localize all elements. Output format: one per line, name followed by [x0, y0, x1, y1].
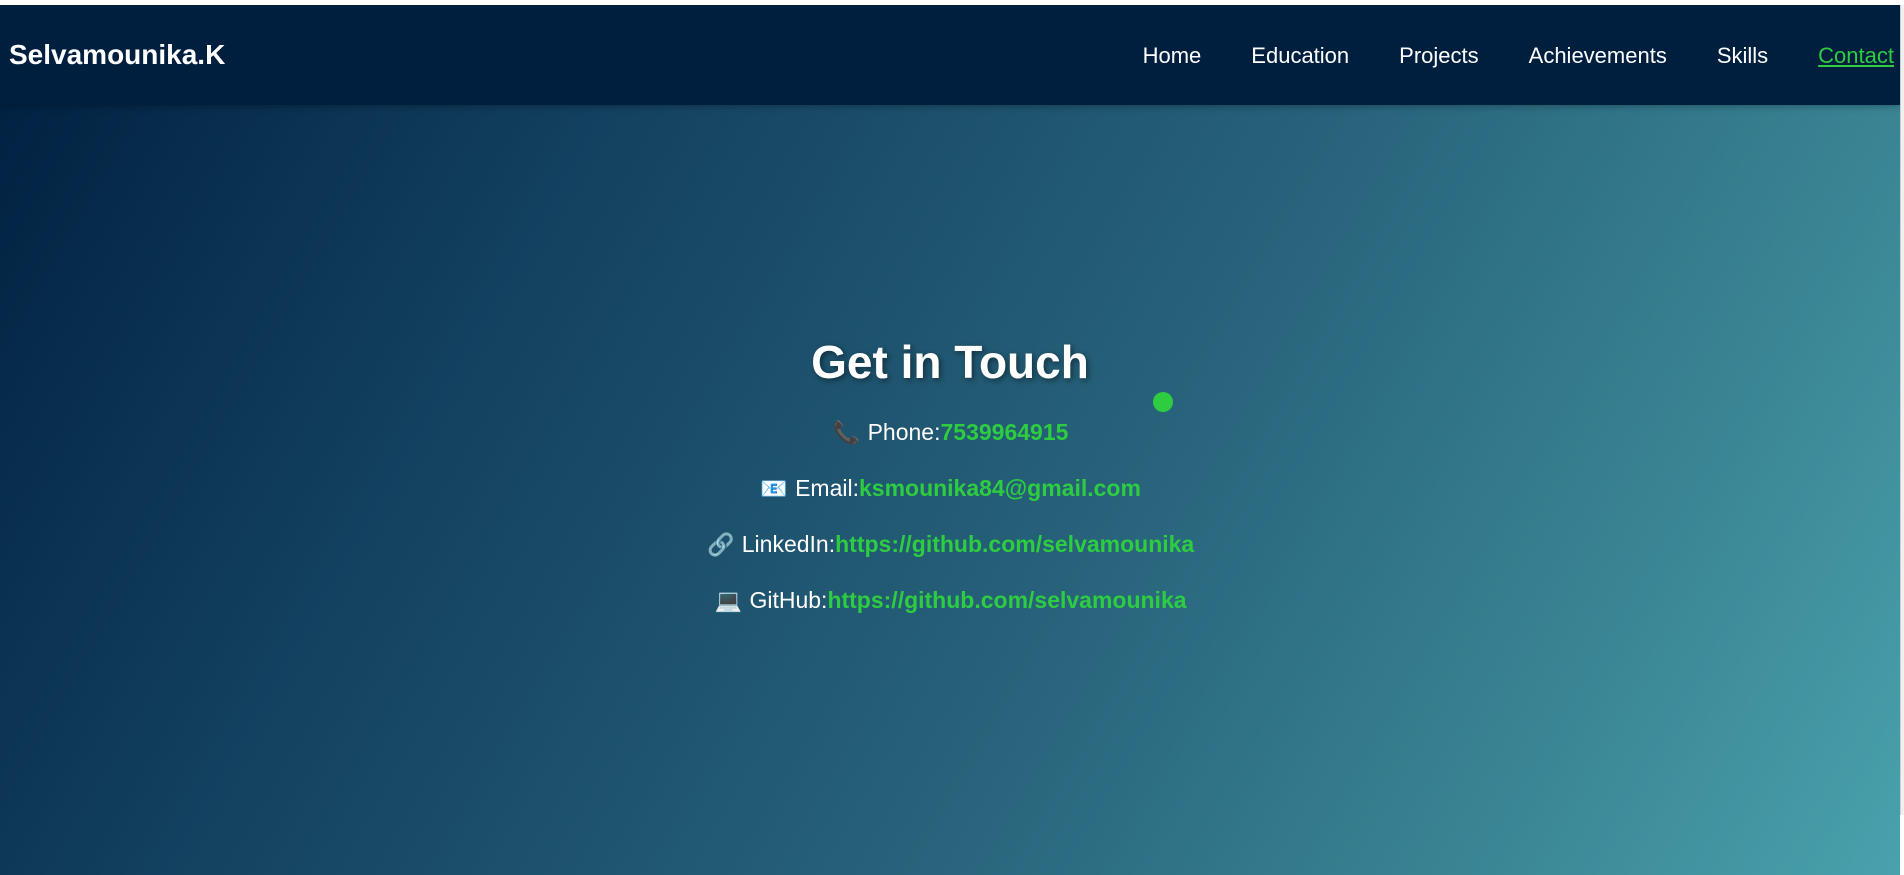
phone-label: Phone:	[867, 419, 941, 445]
navbar: Selvamounika.K Home Education Projects A…	[0, 5, 1900, 105]
nav-link-skills[interactable]: Skills	[1717, 43, 1768, 69]
window-scrollbar[interactable]	[1900, 5, 1904, 815]
email-label: Email:	[795, 475, 859, 501]
contact-section: Get in Touch 📞 Phone:7539964915 📧 Email:ks…	[0, 335, 1900, 615]
github-label: GitHub:	[749, 587, 828, 613]
contact-row-linkedin: 🔗 LinkedIn:https://github.com/selvamounik…	[0, 529, 1900, 559]
nav-link-projects[interactable]: Projects	[1399, 43, 1478, 69]
nav-link-contact[interactable]: Contact	[1818, 43, 1894, 69]
site-brand[interactable]: Selvamounika.K	[9, 39, 225, 71]
nav-link-education[interactable]: Education	[1251, 43, 1349, 69]
contact-row-email: 📧 Email:ksmounika84@gmail.com	[0, 473, 1900, 503]
github-link[interactable]: https://github.com/selvamounika	[827, 587, 1186, 613]
phone-link[interactable]: 7539964915	[940, 419, 1068, 445]
contact-row-github: 💻 GitHub:https://github.com/selvamounika	[0, 585, 1900, 615]
contact-list: 📞 Phone:7539964915 📧 Email:ksmounika84@gma…	[0, 417, 1900, 615]
email-icon: 📧	[760, 477, 788, 502]
page-viewport: Selvamounika.K Home Education Projects A…	[0, 5, 1900, 875]
nav-link-home[interactable]: Home	[1143, 43, 1202, 69]
linkedin-label: LinkedIn:	[741, 531, 836, 557]
nav-link-achievements[interactable]: Achievements	[1529, 43, 1667, 69]
custom-cursor-dot	[1153, 392, 1173, 412]
link-icon: 🔗	[707, 533, 735, 558]
contact-row-phone: 📞 Phone:7539964915	[0, 417, 1900, 447]
phone-icon: 📞	[832, 421, 861, 446]
linkedin-link[interactable]: https://github.com/selvamounika	[835, 531, 1194, 557]
email-link[interactable]: ksmounika84@gmail.com	[859, 475, 1141, 501]
contact-heading: Get in Touch	[811, 336, 1089, 388]
laptop-icon: 💻	[714, 589, 743, 614]
nav-links: Home Education Projects Achievements Ski…	[1143, 43, 1894, 69]
